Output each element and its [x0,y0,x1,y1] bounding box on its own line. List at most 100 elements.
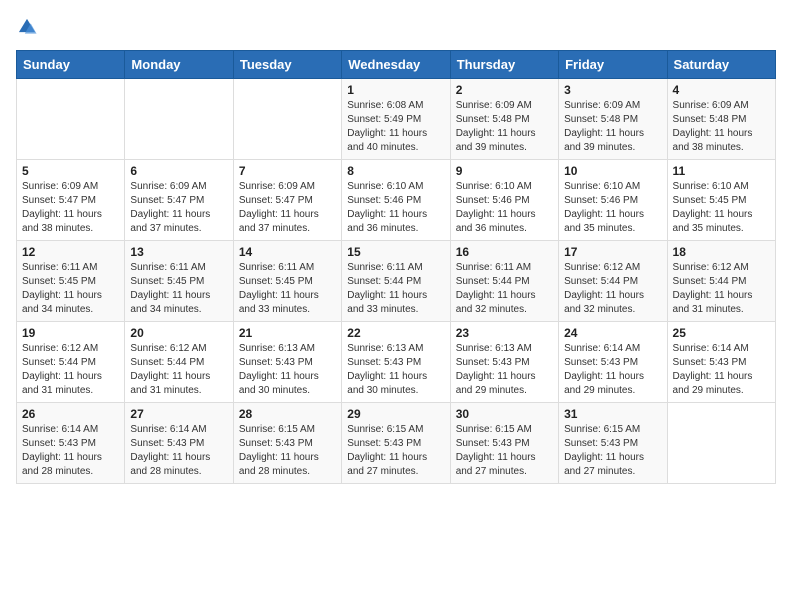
day-number: 29 [347,407,444,421]
day-cell: 22 Sunrise: 6:13 AM Sunset: 5:43 PM Dayli… [342,322,450,403]
day-cell: 26 Sunrise: 6:14 AM Sunset: 5:43 PM Dayli… [17,403,125,484]
day-cell: 19 Sunrise: 6:12 AM Sunset: 5:44 PM Dayli… [17,322,125,403]
day-cell: 11Sunrise: 6:10 AM Sunset: 5:45 PM Dayli… [667,160,775,241]
day-cell: 24 Sunrise: 6:14 AM Sunset: 5:43 PM Dayli… [559,322,667,403]
day-info: Sunrise: 6:09 AM Sunset: 5:47 PM Dayligh… [130,180,227,236]
day-info: Sunrise: 6:15 AM Sunset: 5:43 PM Dayligh… [456,423,553,479]
day-info: Sunrise: 6:11 AM Sunset: 5:45 PM Dayligh… [22,261,119,317]
day-number: 11 [673,164,770,178]
week-row-5: 26 Sunrise: 6:14 AM Sunset: 5:43 PM Dayli… [17,403,776,484]
day-info: Sunrise: 6:11 AM Sunset: 5:44 PM Dayligh… [347,261,444,317]
day-cell: 20 Sunrise: 6:12 AM Sunset: 5:44 PM Dayli… [125,322,233,403]
day-cell: 18Sunrise: 6:12 AM Sunset: 5:44 PM Dayli… [667,241,775,322]
day-number: 3 [564,83,661,97]
day-number: 28 [239,407,336,421]
day-info: Sunrise: 6:14 AM Sunset: 5:43 PM Dayligh… [22,423,119,479]
day-number: 23 [456,326,553,340]
day-number: 8 [347,164,444,178]
day-number: 31 [564,407,661,421]
day-info: Sunrise: 6:14 AM Sunset: 5:43 PM Dayligh… [564,342,661,398]
day-cell: 1 Sunrise: 6:08 AM Sunset: 5:49 PM Daylig… [342,79,450,160]
header-row: SundayMondayTuesdayWednesdayThursdayFrid… [17,51,776,79]
header-day-sunday: Sunday [17,51,125,79]
day-cell: 25Sunrise: 6:14 AM Sunset: 5:43 PM Dayli… [667,322,775,403]
day-cell: 4 Sunrise: 6:09 AM Sunset: 5:48 PM Daylig… [667,79,775,160]
day-info: Sunrise: 6:10 AM Sunset: 5:46 PM Dayligh… [456,180,553,236]
day-number: 24 [564,326,661,340]
day-number: 30 [456,407,553,421]
header-day-friday: Friday [559,51,667,79]
day-number: 15 [347,245,444,259]
day-number: 26 [22,407,119,421]
day-info: Sunrise: 6:10 AM Sunset: 5:46 PM Dayligh… [564,180,661,236]
day-cell: 21Sunrise: 6:13 AM Sunset: 5:43 PM Dayli… [233,322,341,403]
day-number: 20 [130,326,227,340]
day-info: Sunrise: 6:13 AM Sunset: 5:43 PM Dayligh… [347,342,444,398]
day-cell: 8 Sunrise: 6:10 AM Sunset: 5:46 PM Daylig… [342,160,450,241]
calendar-body: 1 Sunrise: 6:08 AM Sunset: 5:49 PM Daylig… [17,79,776,484]
day-number: 5 [22,164,119,178]
day-cell: 30 Sunrise: 6:15 AM Sunset: 5:43 PM Dayli… [450,403,558,484]
week-row-3: 12 Sunrise: 6:11 AM Sunset: 5:45 PM Dayli… [17,241,776,322]
day-cell: 12 Sunrise: 6:11 AM Sunset: 5:45 PM Dayli… [17,241,125,322]
header-day-thursday: Thursday [450,51,558,79]
day-info: Sunrise: 6:09 AM Sunset: 5:48 PM Dayligh… [456,99,553,155]
logo-icon [16,16,38,38]
day-cell: 31 Sunrise: 6:15 AM Sunset: 5:43 PM Dayli… [559,403,667,484]
week-row-4: 19 Sunrise: 6:12 AM Sunset: 5:44 PM Dayli… [17,322,776,403]
header-day-saturday: Saturday [667,51,775,79]
day-number: 10 [564,164,661,178]
day-info: Sunrise: 6:10 AM Sunset: 5:46 PM Dayligh… [347,180,444,236]
day-cell: 13Sunrise: 6:11 AM Sunset: 5:45 PM Dayli… [125,241,233,322]
day-cell: 27Sunrise: 6:14 AM Sunset: 5:43 PM Dayli… [125,403,233,484]
day-cell: 2 Sunrise: 6:09 AM Sunset: 5:48 PM Daylig… [450,79,558,160]
day-number: 17 [564,245,661,259]
day-info: Sunrise: 6:15 AM Sunset: 5:43 PM Dayligh… [239,423,336,479]
week-row-1: 1 Sunrise: 6:08 AM Sunset: 5:49 PM Daylig… [17,79,776,160]
day-info: Sunrise: 6:09 AM Sunset: 5:47 PM Dayligh… [22,180,119,236]
day-cell [233,79,341,160]
header-day-wednesday: Wednesday [342,51,450,79]
day-number: 27 [130,407,227,421]
day-info: Sunrise: 6:14 AM Sunset: 5:43 PM Dayligh… [673,342,770,398]
day-number: 7 [239,164,336,178]
day-info: Sunrise: 6:08 AM Sunset: 5:49 PM Dayligh… [347,99,444,155]
header-day-monday: Monday [125,51,233,79]
day-number: 1 [347,83,444,97]
day-info: Sunrise: 6:15 AM Sunset: 5:43 PM Dayligh… [564,423,661,479]
logo [16,16,42,38]
day-cell: 16 Sunrise: 6:11 AM Sunset: 5:44 PM Dayli… [450,241,558,322]
day-number: 22 [347,326,444,340]
day-info: Sunrise: 6:15 AM Sunset: 5:43 PM Dayligh… [347,423,444,479]
day-cell [125,79,233,160]
day-number: 13 [130,245,227,259]
day-number: 16 [456,245,553,259]
day-cell: 29 Sunrise: 6:15 AM Sunset: 5:43 PM Dayli… [342,403,450,484]
day-number: 21 [239,326,336,340]
day-cell: 23Sunrise: 6:13 AM Sunset: 5:43 PM Dayli… [450,322,558,403]
day-cell: 17Sunrise: 6:12 AM Sunset: 5:44 PM Dayli… [559,241,667,322]
day-cell: 7 Sunrise: 6:09 AM Sunset: 5:47 PM Daylig… [233,160,341,241]
day-info: Sunrise: 6:09 AM Sunset: 5:48 PM Dayligh… [673,99,770,155]
day-info: Sunrise: 6:09 AM Sunset: 5:47 PM Dayligh… [239,180,336,236]
day-number: 14 [239,245,336,259]
page-header [16,16,776,38]
day-cell [17,79,125,160]
day-number: 9 [456,164,553,178]
day-info: Sunrise: 6:11 AM Sunset: 5:45 PM Dayligh… [239,261,336,317]
day-number: 2 [456,83,553,97]
day-cell [667,403,775,484]
day-cell: 5 Sunrise: 6:09 AM Sunset: 5:47 PM Daylig… [17,160,125,241]
day-number: 19 [22,326,119,340]
day-number: 4 [673,83,770,97]
day-info: Sunrise: 6:12 AM Sunset: 5:44 PM Dayligh… [22,342,119,398]
header-day-tuesday: Tuesday [233,51,341,79]
day-cell: 3Sunrise: 6:09 AM Sunset: 5:48 PM Daylig… [559,79,667,160]
calendar-table: SundayMondayTuesdayWednesdayThursdayFrid… [16,50,776,484]
day-info: Sunrise: 6:11 AM Sunset: 5:44 PM Dayligh… [456,261,553,317]
day-number: 12 [22,245,119,259]
day-cell: 6Sunrise: 6:09 AM Sunset: 5:47 PM Daylig… [125,160,233,241]
day-info: Sunrise: 6:12 AM Sunset: 5:44 PM Dayligh… [130,342,227,398]
day-cell: 28 Sunrise: 6:15 AM Sunset: 5:43 PM Dayli… [233,403,341,484]
calendar-header: SundayMondayTuesdayWednesdayThursdayFrid… [17,51,776,79]
